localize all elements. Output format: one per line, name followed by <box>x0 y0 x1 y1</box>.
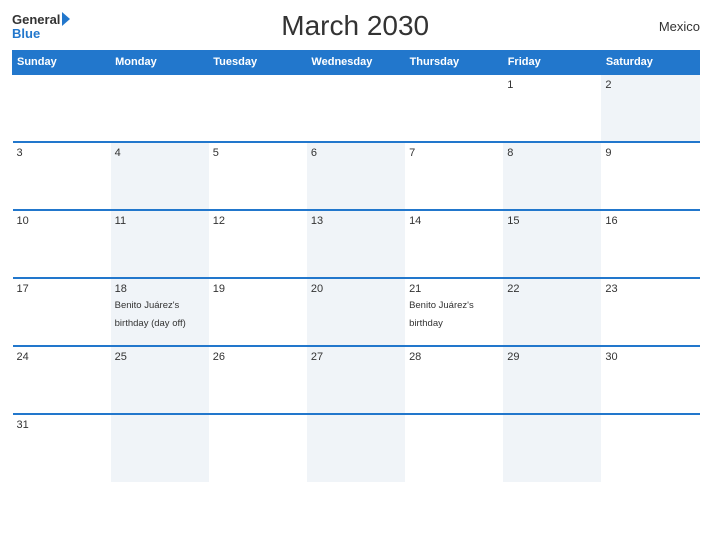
calendar-grid: SundayMondayTuesdayWednesdayThursdayFrid… <box>12 50 700 482</box>
day-number: 22 <box>507 283 597 295</box>
day-number: 13 <box>311 215 401 227</box>
calendar-cell: 26 <box>209 346 307 414</box>
calendar-cell: 18 Benito Juárez's birthday (day off) <box>111 278 209 346</box>
calendar-cell: 22 <box>503 278 601 346</box>
day-number: 4 <box>115 147 205 159</box>
week-row-1: 12 <box>13 74 700 142</box>
calendar-cell: 5 <box>209 142 307 210</box>
calendar-cell <box>601 414 699 482</box>
logo-blue-text: Blue <box>12 27 70 40</box>
day-number: 14 <box>409 215 499 227</box>
day-number: 18 <box>115 283 205 295</box>
weekday-header-thursday: Thursday <box>405 51 503 75</box>
weekday-header-monday: Monday <box>111 51 209 75</box>
calendar-cell <box>209 414 307 482</box>
day-number: 25 <box>115 351 205 363</box>
calendar-cell: 17 <box>13 278 111 346</box>
calendar-cell: 24 <box>13 346 111 414</box>
calendar-cell: 23 <box>601 278 699 346</box>
calendar-cell: 19 <box>209 278 307 346</box>
calendar-cell <box>503 414 601 482</box>
day-number: 23 <box>605 283 695 295</box>
calendar-cell: 9 <box>601 142 699 210</box>
calendar-cell: 14 <box>405 210 503 278</box>
weekday-header-wednesday: Wednesday <box>307 51 405 75</box>
event-label: Benito Juárez's birthday (day off) <box>115 300 186 329</box>
week-row-3: 10 11 12 13 14 15 16 <box>13 210 700 278</box>
calendar-cell <box>405 414 503 482</box>
country-label: Mexico <box>640 19 700 34</box>
calendar-cell: 15 <box>503 210 601 278</box>
day-number: 28 <box>409 351 499 363</box>
calendar-cell: 30 <box>601 346 699 414</box>
day-number: 11 <box>115 215 205 227</box>
day-number: 17 <box>17 283 107 295</box>
calendar-cell: 3 <box>13 142 111 210</box>
calendar-cell: 1 <box>503 74 601 142</box>
calendar-cell <box>13 74 111 142</box>
calendar-cell <box>307 74 405 142</box>
day-number: 20 <box>311 283 401 295</box>
day-number: 3 <box>17 147 107 159</box>
calendar-cell: 20 <box>307 278 405 346</box>
calendar-cell: 25 <box>111 346 209 414</box>
weekday-header-saturday: Saturday <box>601 51 699 75</box>
header: General Blue March 2030 Mexico <box>12 10 700 42</box>
calendar-cell: 21 Benito Juárez's birthday <box>405 278 503 346</box>
week-row-2: 3456789 <box>13 142 700 210</box>
calendar-cell: 8 <box>503 142 601 210</box>
calendar-cell <box>111 74 209 142</box>
logo-general-text: General <box>12 13 60 26</box>
logo: General Blue <box>12 13 70 40</box>
weekday-header-friday: Friday <box>503 51 601 75</box>
calendar-cell: 29 <box>503 346 601 414</box>
day-number: 10 <box>17 215 107 227</box>
logo-flag-icon <box>62 12 70 26</box>
day-number: 24 <box>17 351 107 363</box>
day-number: 2 <box>605 79 695 91</box>
calendar-wrapper: General Blue March 2030 Mexico SundayMon… <box>0 0 712 550</box>
week-row-5: 24 25 26 27 28 29 30 <box>13 346 700 414</box>
calendar-cell: 31 <box>13 414 111 482</box>
day-number: 27 <box>311 351 401 363</box>
calendar-cell: 2 <box>601 74 699 142</box>
day-number: 8 <box>507 147 597 159</box>
weekday-header-sunday: Sunday <box>13 51 111 75</box>
day-number: 16 <box>605 215 695 227</box>
calendar-cell <box>307 414 405 482</box>
event-label: Benito Juárez's birthday <box>409 300 474 329</box>
day-number: 30 <box>605 351 695 363</box>
calendar-cell <box>405 74 503 142</box>
day-number: 15 <box>507 215 597 227</box>
calendar-cell: 10 <box>13 210 111 278</box>
day-number: 6 <box>311 147 401 159</box>
day-number: 7 <box>409 147 499 159</box>
calendar-cell <box>209 74 307 142</box>
calendar-cell <box>111 414 209 482</box>
calendar-cell: 11 <box>111 210 209 278</box>
week-row-4: 17 18 Benito Juárez's birthday (day off) 19… <box>13 278 700 346</box>
calendar-cell: 13 <box>307 210 405 278</box>
day-number: 29 <box>507 351 597 363</box>
calendar-cell: 12 <box>209 210 307 278</box>
day-number: 12 <box>213 215 303 227</box>
calendar-title: March 2030 <box>70 10 640 42</box>
calendar-cell: 27 <box>307 346 405 414</box>
day-number: 1 <box>507 79 597 91</box>
day-number: 9 <box>605 147 695 159</box>
day-number: 5 <box>213 147 303 159</box>
calendar-cell: 16 <box>601 210 699 278</box>
day-number: 19 <box>213 283 303 295</box>
day-number: 26 <box>213 351 303 363</box>
calendar-cell: 4 <box>111 142 209 210</box>
week-row-6: 31 <box>13 414 700 482</box>
weekday-header-tuesday: Tuesday <box>209 51 307 75</box>
calendar-cell: 7 <box>405 142 503 210</box>
day-number: 31 <box>17 419 107 431</box>
calendar-cell: 6 <box>307 142 405 210</box>
calendar-cell: 28 <box>405 346 503 414</box>
weekday-header-row: SundayMondayTuesdayWednesdayThursdayFrid… <box>13 51 700 75</box>
day-number: 21 <box>409 283 499 295</box>
